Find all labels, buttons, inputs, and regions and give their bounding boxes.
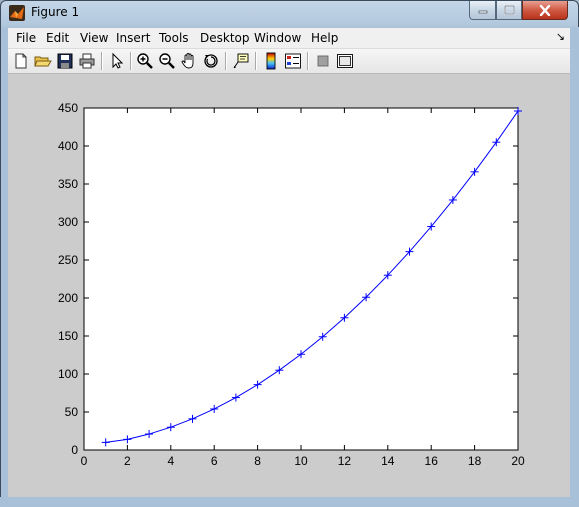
x-tick-label: 16 [425, 454, 439, 468]
x-tick-label: 4 [167, 454, 174, 468]
maximize-icon [503, 5, 515, 15]
toolbar-separator [101, 52, 103, 70]
axes-box [83, 107, 519, 451]
y-tick-label: 300 [58, 215, 78, 229]
print-icon[interactable] [78, 52, 96, 70]
toolbar-separator [225, 52, 227, 70]
insert-colorbar-icon[interactable] [262, 52, 280, 70]
x-tick-label: 6 [211, 454, 218, 468]
menu-window[interactable]: Window [254, 31, 301, 45]
minimize-icon [478, 10, 487, 14]
menu-help[interactable]: Help [311, 31, 338, 45]
x-tick-label: 10 [294, 454, 308, 468]
menu-insert[interactable]: Insert [116, 31, 150, 45]
y-tick-label: 0 [71, 443, 78, 457]
x-tick-label: 2 [124, 454, 131, 468]
menu-bar: File Edit View Insert Tools Desktop Wind… [8, 28, 571, 49]
menu-tools[interactable]: Tools [159, 31, 189, 45]
y-tick-label: 100 [58, 367, 78, 381]
y-tick-label: 50 [65, 405, 79, 419]
window-title: Figure 1 [31, 5, 80, 19]
menu-view[interactable]: View [80, 31, 108, 45]
y-tick-label: 350 [58, 177, 78, 191]
y-tick-label: 400 [58, 139, 78, 153]
x-tick-label: 0 [81, 454, 88, 468]
title-bar[interactable]: Figure 1 [1, 1, 578, 27]
menu-edit[interactable]: Edit [46, 31, 69, 45]
dock-arrow-icon[interactable]: ↘ [556, 30, 565, 43]
x-tick-label: 12 [338, 454, 352, 468]
zoom-in-icon[interactable] [136, 52, 154, 70]
maximize-button[interactable] [496, 1, 522, 20]
figure-toolbar [8, 49, 571, 74]
toolbar-separator [130, 52, 132, 70]
menu-file[interactable]: File [16, 31, 36, 45]
x-tick-label: 14 [381, 454, 395, 468]
y-tick-label: 150 [58, 329, 78, 343]
data-cursor-icon[interactable] [232, 52, 250, 70]
close-button[interactable] [522, 1, 568, 20]
window-right-border [570, 27, 579, 507]
show-plot-tools-icon[interactable] [336, 52, 354, 70]
figure-client-area: File Edit View Insert Tools Desktop Wind… [8, 28, 571, 498]
window-bottom-border [0, 497, 579, 507]
open-file-icon[interactable] [34, 52, 52, 70]
x-tick-label: 18 [468, 454, 482, 468]
y-tick-label: 250 [58, 253, 78, 267]
matlab-logo-icon [9, 5, 25, 21]
y-tick-label: 450 [58, 101, 78, 115]
y-tick-label: 200 [58, 291, 78, 305]
insert-legend-icon[interactable] [284, 52, 302, 70]
minimize-button[interactable] [469, 1, 496, 20]
pan-hand-icon[interactable] [180, 52, 198, 70]
toolbar-separator [255, 52, 257, 70]
x-tick-label: 20 [511, 454, 525, 468]
plot-axes-canvas[interactable]: 0 2 4 6 8 10 12 14 16 18 2005010015020025030035040… [8, 74, 571, 498]
zoom-out-icon[interactable] [158, 52, 176, 70]
new-figure-icon[interactable] [12, 52, 30, 70]
figure-canvas: 0 2 4 6 8 10 12 14 16 18 20 0 50 100 150 200 250 300 350 40… [8, 74, 571, 498]
figure-window: Figure 1 File Edit View Insert Tools Des… [0, 0, 579, 507]
menu-desktop[interactable]: Desktop [200, 31, 250, 45]
close-icon [539, 4, 551, 16]
rotate-3d-icon[interactable] [202, 52, 220, 70]
hide-plot-tools-icon[interactable] [314, 52, 332, 70]
x-tick-label: 8 [254, 454, 261, 468]
toolbar-separator [307, 52, 309, 70]
save-icon[interactable] [56, 52, 74, 70]
edit-plot-arrow-icon[interactable] [108, 52, 126, 70]
